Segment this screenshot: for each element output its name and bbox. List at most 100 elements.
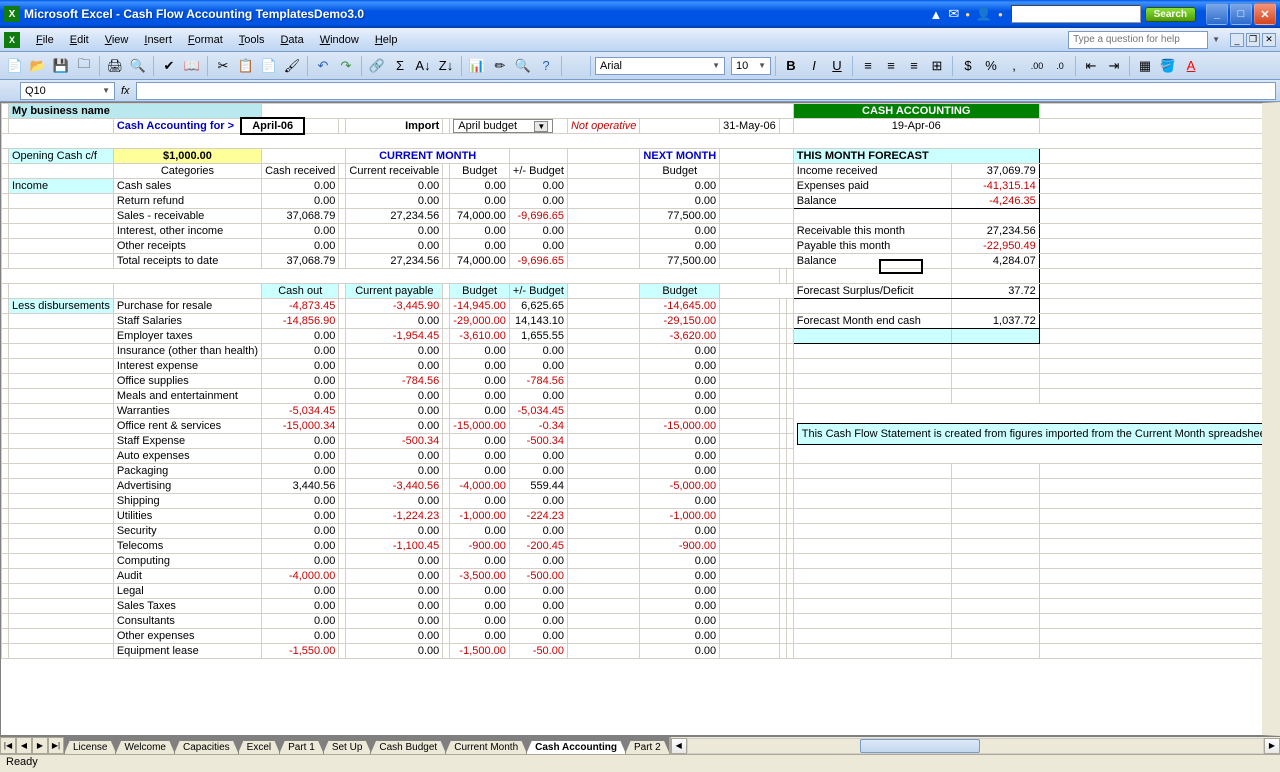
cell[interactable]: 0.00 [450,464,510,479]
disb-category[interactable]: Other expenses [113,629,261,644]
preview-icon[interactable]: 🔍 [127,55,149,77]
cell[interactable]: -9,696.65 [509,209,567,224]
cell[interactable]: 0.00 [450,524,510,539]
cell[interactable]: -200.45 [509,539,567,554]
scroll-down-icon[interactable]: ▼ [1263,719,1280,735]
inc-decimal-icon[interactable]: .00 [1026,55,1048,77]
print-icon[interactable]: 🖨 [104,55,126,77]
cell[interactable]: 0.00 [450,599,510,614]
sheet-tab[interactable]: Capacities [174,740,239,754]
cell[interactable]: 0.00 [450,494,510,509]
font-selector[interactable]: Arial▼ [595,57,725,75]
disb-category[interactable]: Equipment lease [113,644,261,659]
cell[interactable]: 0.00 [346,194,443,209]
cell[interactable]: -3,500.00 [450,569,510,584]
forecast-value[interactable]: -22,950.49 [951,239,1039,254]
disb-category[interactable]: Meals and entertainment [113,389,261,404]
cell[interactable]: 0.00 [640,179,720,194]
cell[interactable]: -50.00 [509,644,567,659]
cell[interactable]: -15,000.34 [262,419,339,434]
cell[interactable]: 0.00 [509,224,567,239]
cell[interactable]: -4,000.00 [262,569,339,584]
formula-input[interactable] [136,82,1276,100]
doc-minimize-button[interactable]: _ [1230,33,1244,47]
cell[interactable]: 0.00 [262,224,339,239]
cell[interactable]: 0.00 [262,389,339,404]
forecast-value[interactable]: 37,069.79 [951,164,1039,179]
forecast-value[interactable]: -4,246.35 [951,194,1039,209]
sheet-tab[interactable]: Cash Budget [370,740,446,754]
dec-indent-icon[interactable]: ⇤ [1080,55,1102,77]
cell[interactable]: 1,655.55 [509,329,567,344]
zoom-icon[interactable]: 🔍 [512,55,534,77]
less-disb-label[interactable]: Less disbursements [9,299,114,314]
forecast-label[interactable]: Forecast Surplus/Deficit [793,284,951,299]
tab-nav-prev[interactable]: ◀ [16,737,32,754]
cell[interactable]: -1,550.00 [262,644,339,659]
period-cell[interactable]: Cash Accounting for > April-06 [113,119,339,134]
forecast-label[interactable]: Balance [793,194,951,209]
cell[interactable]: 0.00 [262,599,339,614]
cell[interactable]: -5,034.45 [509,404,567,419]
forecast-value[interactable]: 37.72 [951,284,1039,299]
disb-category[interactable]: Computing [113,554,261,569]
cell[interactable]: 0.00 [640,584,720,599]
cell[interactable]: 0.00 [450,239,510,254]
currency-icon[interactable]: $ [957,55,979,77]
cell[interactable]: 0.00 [450,434,510,449]
cell[interactable]: 0.00 [509,554,567,569]
cell[interactable]: 0.00 [450,584,510,599]
cell[interactable]: 6,625.65 [509,299,567,314]
cell[interactable]: 0.00 [450,389,510,404]
cell[interactable]: 0.00 [640,464,720,479]
align-left-icon[interactable]: ≡ [857,55,879,77]
disb-category[interactable]: Telecoms [113,539,261,554]
date-1[interactable]: 31-May-06 [720,119,780,134]
cell[interactable]: 0.00 [262,524,339,539]
autosum-icon[interactable]: Σ [389,55,411,77]
income-category[interactable]: Interest, other income [113,224,261,239]
cell[interactable]: -1,224.23 [346,509,443,524]
menu-format[interactable]: Format [180,32,231,48]
cell[interactable]: 0.00 [640,344,720,359]
comma-icon[interactable]: , [1003,55,1025,77]
menu-tools[interactable]: Tools [231,32,273,48]
cell[interactable]: 0.00 [450,404,510,419]
cell[interactable]: 0.00 [509,389,567,404]
sort-asc-icon[interactable]: A↓ [412,55,434,77]
cell[interactable]: 0.00 [509,464,567,479]
cell[interactable]: 0.00 [509,584,567,599]
cell[interactable]: 0.00 [640,554,720,569]
cell[interactable]: 77,500.00 [640,254,720,269]
inc-indent-icon[interactable]: ⇥ [1103,55,1125,77]
opening-value[interactable]: $1,000.00 [113,149,261,164]
cell[interactable]: 0.00 [450,224,510,239]
help-search-input[interactable] [1068,31,1208,49]
cell[interactable]: 0.00 [640,434,720,449]
titlebar-search-button[interactable]: Search [1145,7,1196,22]
cell[interactable]: -500.00 [509,569,567,584]
mail-icon[interactable]: ✉ [948,6,959,22]
workbook-icon[interactable]: X [4,32,20,48]
cell[interactable]: 0.00 [346,644,443,659]
cell[interactable]: 0.00 [509,449,567,464]
cell[interactable]: 0.00 [346,419,443,434]
cell[interactable]: 14,143.10 [509,314,567,329]
bold-button[interactable]: B [780,55,802,77]
sheet-tab[interactable]: Current Month [445,740,527,754]
hscroll-left-icon[interactable]: ◀ [671,738,687,754]
cell[interactable]: 0.00 [640,374,720,389]
disb-category[interactable]: Staff Expense [113,434,261,449]
forecast-label[interactable]: Income received [793,164,951,179]
next-budget-header[interactable]: Budget [640,164,720,179]
cell[interactable]: 0.00 [262,239,339,254]
cell[interactable]: 0.00 [450,359,510,374]
cell[interactable]: 0.00 [346,584,443,599]
forecast-label[interactable]: Expenses paid [793,179,951,194]
name-box[interactable]: Q10▼ [20,82,115,100]
cell[interactable]: -14,945.00 [450,299,510,314]
tab-nav-last[interactable]: ▶| [48,737,64,754]
info-icon[interactable]: ▲ [930,7,943,22]
cell[interactable]: 0.00 [509,494,567,509]
curr-pay-header[interactable]: Current payable [346,284,443,299]
